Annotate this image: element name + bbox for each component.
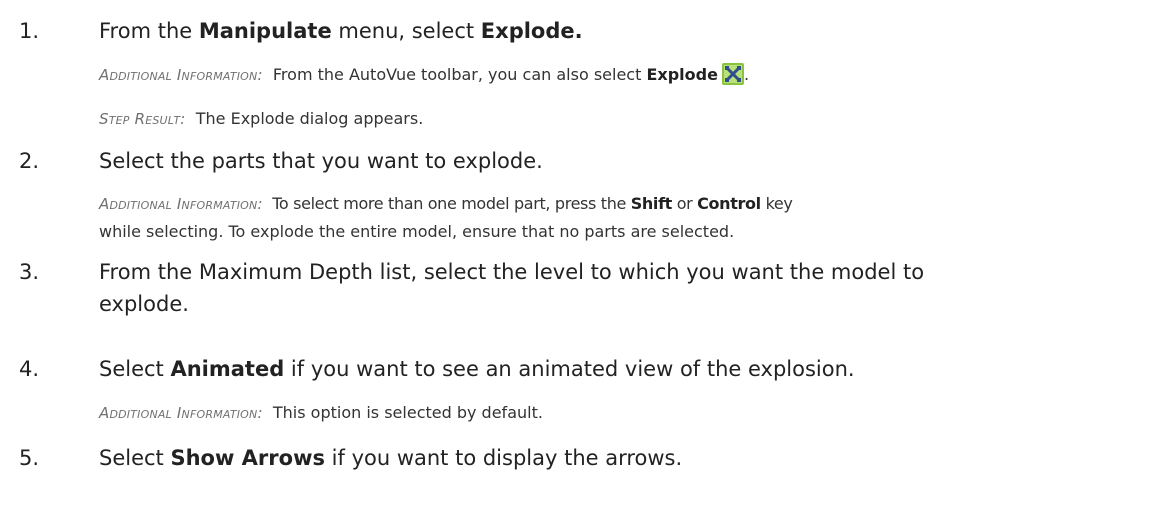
additional-information-continued: while selecting. To explode the entire m… xyxy=(99,222,735,241)
step-number: 5. xyxy=(19,446,40,470)
step-instruction: Select Show Arrows if you want to displa… xyxy=(99,446,683,470)
menu-name: Manipulate xyxy=(198,19,332,43)
step-number: 2. xyxy=(19,149,40,173)
step-number: 4. xyxy=(19,357,40,381)
step-instruction: Select the parts that you want to explod… xyxy=(99,149,543,173)
step-instruction: From the Maximum Depth list, select the … xyxy=(99,260,925,316)
option-name: Animated xyxy=(170,357,285,381)
step-result: Step Result: The Explode dialog appears. xyxy=(99,109,424,128)
additional-information: Additional Information: To select more t… xyxy=(99,194,793,213)
explode-tool-icon xyxy=(721,63,744,85)
step-instruction: Select Animated if you want to see an an… xyxy=(99,357,855,381)
step-number: 1. xyxy=(19,19,40,43)
additional-information: Additional Information: From the AutoVue… xyxy=(99,63,750,85)
result-label: Step Result: xyxy=(99,110,186,128)
command-name: Explode. xyxy=(480,19,583,43)
info-label: Additional Information: xyxy=(99,404,263,422)
option-name: Show Arrows xyxy=(170,446,325,470)
step-number: 3. xyxy=(19,260,40,284)
info-label: Additional Information: xyxy=(99,66,263,84)
step-instruction: From the Manipulate menu, select Explode… xyxy=(99,19,583,43)
info-label: Additional Information: xyxy=(99,195,263,213)
additional-information: Additional Information: This option is s… xyxy=(99,403,543,422)
